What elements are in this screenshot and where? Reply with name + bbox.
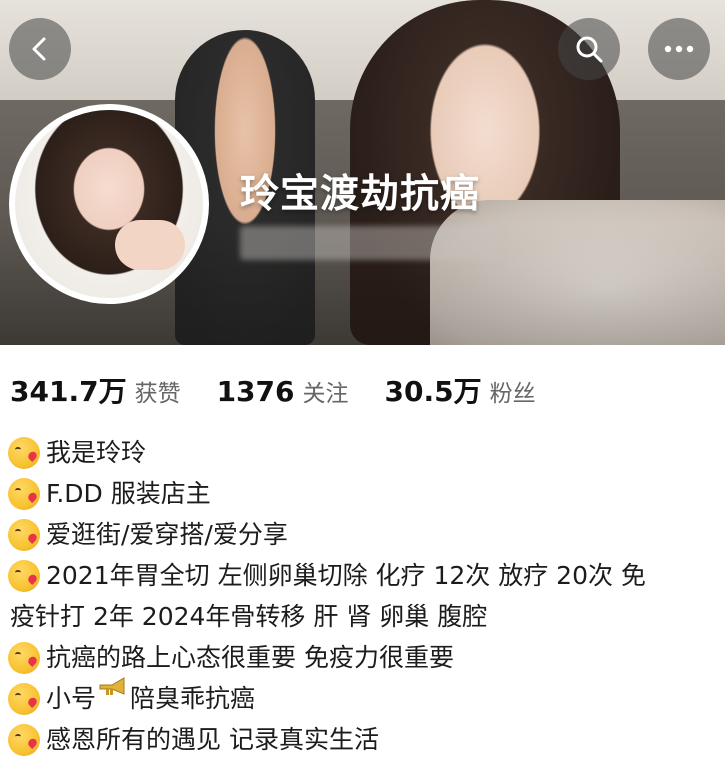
chevron-left-icon <box>32 37 46 61</box>
display-name: 玲宝渡劫抗癌 <box>240 172 481 217</box>
kiss-emoji-icon <box>8 683 40 715</box>
bio-line: 感恩所有的遇见 记录真实生活 <box>8 719 718 760</box>
back-button[interactable] <box>9 18 71 80</box>
kiss-emoji-icon <box>8 519 40 551</box>
bio-line: 2021年胃全切 左侧卵巢切除 化疗 12次 放疗 20次 免 <box>8 555 718 596</box>
bio-text-suffix: 陪臭乖抗癌 <box>130 684 256 713</box>
bio-text: 爱逛街/爱穿搭/爱分享 <box>46 520 288 549</box>
bio-text: 感恩所有的遇见 记录真实生活 <box>46 725 379 754</box>
stat-likes: 341.7万 获赞 <box>10 370 181 410</box>
bio-line: F.DD 服装店主 <box>8 473 718 514</box>
kiss-emoji-icon <box>8 437 40 469</box>
profile-bio: 我是玲玲 F.DD 服装店主 爱逛街/爱穿搭/爱分享 2021年胃全切 左侧卵巢… <box>8 432 718 760</box>
kiss-emoji-icon <box>8 724 40 756</box>
more-button[interactable] <box>648 18 710 80</box>
avatar-hand <box>115 220 185 270</box>
trumpet-emoji-icon <box>99 677 125 695</box>
search-button[interactable] <box>558 18 620 80</box>
more-dots-icon <box>664 45 694 53</box>
kiss-emoji-icon <box>8 478 40 510</box>
bio-line: 爱逛街/爱穿搭/爱分享 <box>8 514 718 555</box>
bio-line: 我是玲玲 <box>8 432 718 473</box>
bio-text-prefix: 小号 <box>46 684 97 713</box>
stat-followers[interactable]: 30.5万 粉丝 <box>385 370 536 410</box>
bio-text: 我是玲玲 <box>46 438 147 467</box>
kiss-emoji-icon <box>8 642 40 674</box>
avatar[interactable] <box>9 104 209 304</box>
bio-text-continued: 疫针打 2年 2024年骨转移 肝 肾 卵巢 腹腔 <box>10 602 488 631</box>
stat-likes-label: 获赞 <box>134 381 181 407</box>
stat-likes-value: 341.7万 <box>10 375 127 408</box>
stat-followers-label: 粉丝 <box>489 381 536 407</box>
stat-followers-value: 30.5万 <box>384 375 482 408</box>
bio-text: 抗癌的路上心态很重要 免疫力很重要 <box>46 643 454 672</box>
profile-stats: 341.7万 获赞 1376 关注 30.5万 粉丝 <box>10 370 572 414</box>
bio-text: F.DD 服装店主 <box>46 479 211 508</box>
blurred-account-id <box>240 226 500 260</box>
stat-following-label: 关注 <box>302 381 349 407</box>
kiss-emoji-icon <box>8 560 40 592</box>
bio-line: 小号 陪臭乖抗癌 <box>8 677 718 719</box>
stat-following[interactable]: 1376 关注 <box>217 374 349 408</box>
bio-line: 抗癌的路上心态很重要 免疫力很重要 <box>8 637 718 678</box>
bio-text: 2021年胃全切 左侧卵巢切除 化疗 12次 放疗 20次 免 <box>46 561 646 590</box>
stat-following-value: 1376 <box>216 375 295 408</box>
search-icon <box>576 36 603 63</box>
